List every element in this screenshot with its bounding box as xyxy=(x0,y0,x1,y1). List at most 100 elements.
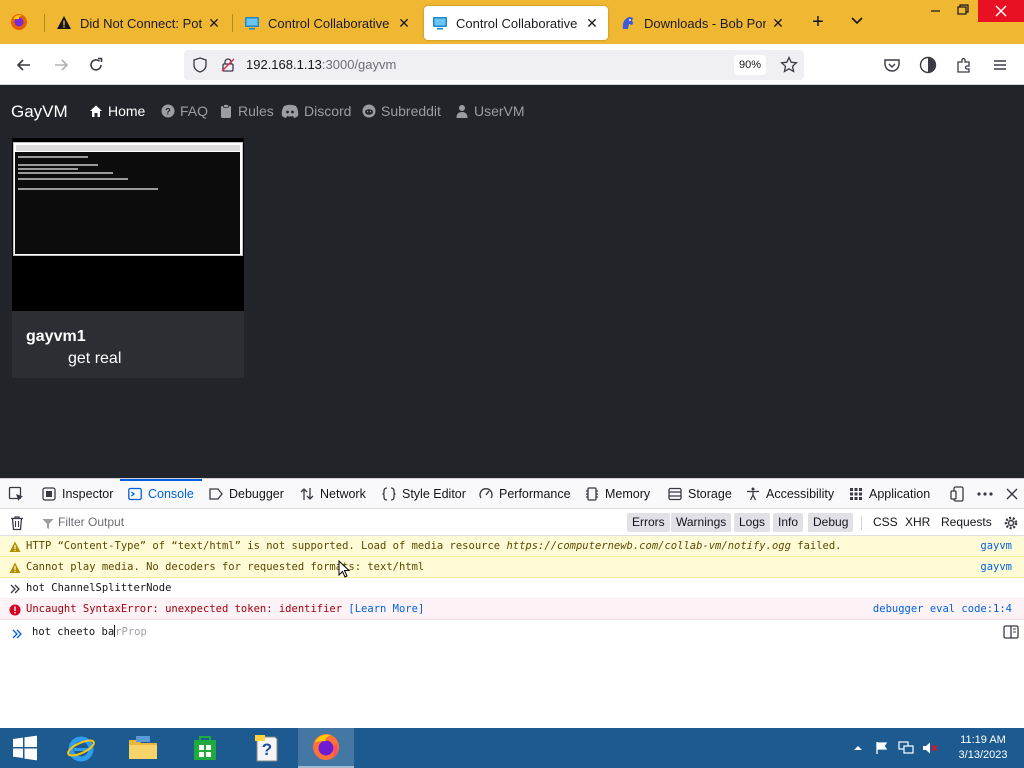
devtools-tab-debugger[interactable]: Debugger xyxy=(209,479,284,509)
element-picker-icon[interactable] xyxy=(8,486,24,502)
devtools-tab-application[interactable]: Application xyxy=(849,479,930,509)
console-message-source-link[interactable]: debugger eval code:1:4 xyxy=(873,599,1012,620)
close-tab-icon[interactable]: ✕ xyxy=(770,15,786,31)
filter-info-button[interactable]: Info xyxy=(773,513,804,532)
site-brand[interactable]: GayVM xyxy=(11,102,68,122)
svg-text:?: ? xyxy=(262,740,272,759)
vm-console-line xyxy=(18,156,88,158)
windows-taskbar: ? 11:19 AM 3/13/2023 xyxy=(0,728,1024,768)
forward-button[interactable] xyxy=(48,52,74,78)
nav-link-label: Subreddit xyxy=(381,103,441,119)
url-path: :3000/gayvm xyxy=(321,57,397,72)
filter-output-input[interactable]: Filter Output xyxy=(58,515,124,529)
close-tab-icon[interactable]: ✕ xyxy=(396,15,412,31)
monitor-icon xyxy=(432,15,448,31)
file-explorer-icon[interactable] xyxy=(115,728,171,768)
responsive-design-mode-icon[interactable] xyxy=(950,486,966,502)
tab-control-collaborative-2[interactable]: Control Collaborative Vir ✕ xyxy=(424,6,608,40)
inspector-icon xyxy=(42,487,56,501)
url-text[interactable]: 192.168.1.13:3000/gayvm xyxy=(246,57,396,72)
devtools-tab-performance[interactable]: Performance xyxy=(479,479,571,509)
nav-link-faq[interactable]: ? FAQ xyxy=(161,103,208,119)
taskbar-clock[interactable]: 11:19 AM 3/13/2023 xyxy=(948,733,1018,763)
nav-link-subreddit[interactable]: Subreddit xyxy=(362,103,441,119)
filter-errors-button[interactable]: Errors xyxy=(627,513,670,532)
bookmark-star-icon[interactable] xyxy=(780,55,798,74)
pocket-icon[interactable] xyxy=(879,52,905,78)
new-tab-button[interactable]: + xyxy=(808,10,828,34)
url-bar[interactable]: 192.168.1.13:3000/gayvm 90% xyxy=(184,50,804,80)
tab-control-collaborative-1[interactable]: Control Collaborative Vir ✕ xyxy=(236,6,420,40)
vm-card[interactable]: gayvm1 get real xyxy=(12,138,244,378)
list-all-tabs-icon[interactable] xyxy=(848,12,866,30)
console-message-source-link[interactable]: gayvm xyxy=(980,536,1012,557)
close-devtools-icon[interactable] xyxy=(1004,486,1020,502)
performance-icon xyxy=(479,487,493,501)
clock-time: 11:19 AM xyxy=(960,734,1006,746)
internet-explorer-icon[interactable] xyxy=(53,728,109,768)
nav-link-rules[interactable]: Rules xyxy=(219,103,274,119)
windows-store-icon[interactable] xyxy=(177,728,233,768)
filter-logs-button[interactable]: Logs xyxy=(734,513,771,532)
console-input[interactable]: hot cheeto barProp xyxy=(0,621,1024,643)
console-settings-gear-icon[interactable] xyxy=(1003,515,1019,531)
devtools-tab-inspector[interactable]: Inspector xyxy=(42,479,113,509)
network-status-icon[interactable] xyxy=(898,741,914,755)
discord-icon xyxy=(281,104,299,118)
devtools-toolbar: Inspector Console Debugger Network Style… xyxy=(0,479,1024,509)
firefox-taskbar-icon[interactable] xyxy=(298,728,354,768)
minimize-window-icon[interactable] xyxy=(928,4,944,18)
devtools-tab-storage[interactable]: Storage xyxy=(668,479,732,509)
devtools-tab-label: Style Editor xyxy=(402,487,466,501)
nav-link-uservm[interactable]: UserVM xyxy=(455,103,525,119)
volume-muted-icon[interactable] xyxy=(922,741,938,755)
firefox-menu-icon[interactable] xyxy=(10,13,28,31)
clear-console-trash-icon[interactable] xyxy=(9,515,25,531)
devtools-tab-accessibility[interactable]: Accessibility xyxy=(746,479,834,509)
devtools-tab-network[interactable]: Network xyxy=(300,479,366,509)
console-filter-bar: Filter Output Errors Warnings Logs Info … xyxy=(0,509,1024,536)
vm-thumbnail[interactable] xyxy=(12,138,244,311)
filter-xhr-button[interactable]: XHR xyxy=(900,513,935,532)
tab-did-not-connect[interactable]: Did Not Connect: Potent ✕ xyxy=(48,6,230,40)
help-and-support-icon[interactable]: ? xyxy=(239,728,295,768)
nav-link-home[interactable]: Home xyxy=(89,103,145,119)
show-hidden-icons-chevron-icon[interactable] xyxy=(850,741,866,755)
close-tab-icon[interactable]: ✕ xyxy=(206,15,222,31)
restore-window-icon[interactable] xyxy=(955,3,971,17)
firefox-account-icon[interactable] xyxy=(915,52,941,78)
reload-button[interactable] xyxy=(83,52,109,78)
web-page-content: GayVM Home ? FAQ Rules Discord Subreddit xyxy=(0,85,1024,478)
close-window-icon[interactable] xyxy=(978,0,1024,22)
tracking-protection-shield-icon[interactable] xyxy=(192,57,208,73)
devtools-tab-label: Performance xyxy=(499,487,571,501)
insecure-connection-lock-icon[interactable] xyxy=(220,57,236,73)
editor-mode-toggle-icon[interactable] xyxy=(1003,624,1019,640)
nav-link-discord[interactable]: Discord xyxy=(281,103,351,119)
devtools-tab-style-editor[interactable]: Style Editor xyxy=(382,479,466,509)
devtools-more-options-icon[interactable] xyxy=(976,486,994,502)
devtools-tab-memory[interactable]: Memory xyxy=(585,479,650,509)
close-tab-icon[interactable]: ✕ xyxy=(584,15,600,31)
start-button[interactable] xyxy=(0,728,50,768)
mouse-cursor-icon xyxy=(339,559,351,577)
console-message-source-link[interactable]: gayvm xyxy=(980,557,1012,578)
devtools-tab-label: Network xyxy=(320,487,366,501)
zoom-level-badge[interactable]: 90% xyxy=(734,55,766,75)
back-button[interactable] xyxy=(11,52,37,78)
extensions-icon[interactable] xyxy=(951,52,977,78)
filter-debug-button[interactable]: Debug xyxy=(808,513,854,532)
filter-requests-button[interactable]: Requests xyxy=(936,513,997,532)
filter-css-button[interactable]: CSS xyxy=(868,513,903,532)
nav-link-label: FAQ xyxy=(180,103,209,119)
action-center-flag-icon[interactable] xyxy=(874,741,890,755)
hamburger-menu-icon[interactable] xyxy=(987,52,1013,78)
devtools-tab-console[interactable]: Console xyxy=(128,479,194,509)
tab-separator xyxy=(44,14,45,32)
tab-downloads-bob-pony[interactable]: Downloads - Bob Pony ✕ xyxy=(612,6,794,40)
learn-more-link[interactable]: [Learn More] xyxy=(348,603,424,615)
vm-console-line xyxy=(18,168,78,170)
style-editor-icon xyxy=(382,487,396,501)
svg-text:?: ? xyxy=(165,107,171,117)
filter-warnings-button[interactable]: Warnings xyxy=(671,513,732,532)
